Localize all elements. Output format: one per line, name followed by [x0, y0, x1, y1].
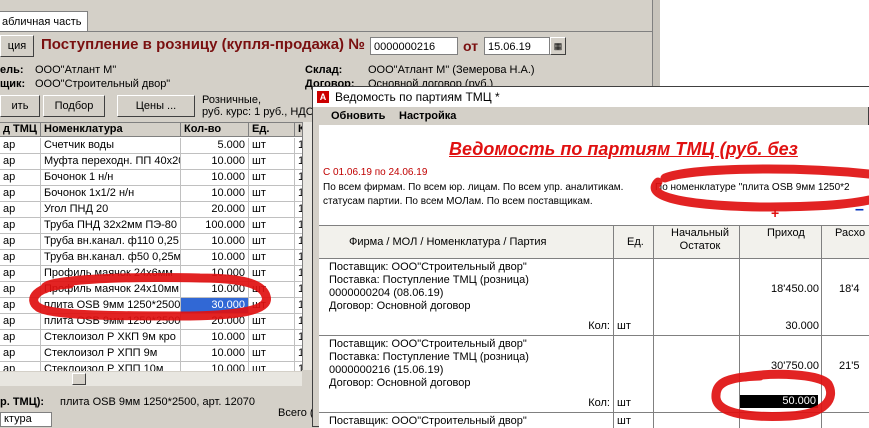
- highlight-osb-row: [29, 273, 271, 321]
- highlight-filter-nomenclature: [650, 164, 869, 212]
- highlight-qty-50: [711, 369, 836, 421]
- annotation-marks: [29, 164, 869, 421]
